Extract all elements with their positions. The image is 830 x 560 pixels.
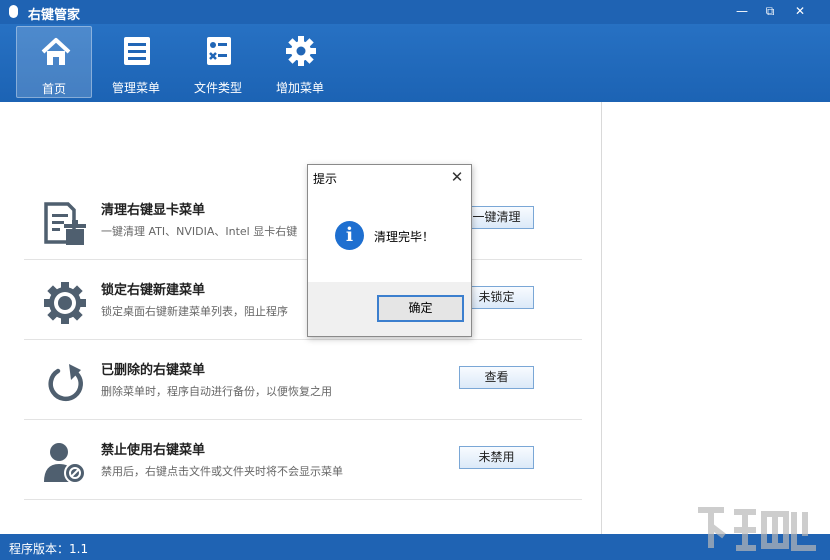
version-label: 程序版本：1.1 (9, 542, 89, 556)
item-desc: 锁定桌面右键新建菜单列表，阻止程序 (101, 305, 288, 318)
item-desc: 删除菜单时，程序自动进行备份，以便恢复之用 (101, 385, 332, 398)
dialog-title: 提示 (313, 172, 338, 186)
tab-home-label: 首页 (41, 82, 66, 96)
dialog-message: 清理完毕！ (374, 230, 435, 244)
view-button[interactable]: 查看 (459, 366, 534, 389)
restore-button[interactable]: ⧉ (757, 2, 783, 20)
info-icon: i (335, 221, 364, 250)
close-button[interactable]: ✕ (787, 2, 813, 20)
side-panel (603, 102, 830, 534)
item-title: 已删除的右键菜单 (101, 363, 206, 378)
item-desc: 一键清理 ATI、NVIDIA、Intel 显卡右键 (101, 225, 298, 238)
list-item-disable-menu: 禁止使用右键菜单 禁用后，右键点击文件或文件夹时将不会显示菜单 未禁用 (24, 420, 582, 500)
list-icon (124, 37, 150, 65)
tab-home[interactable]: 首页 (16, 26, 92, 98)
window-title: 右键管家 (28, 8, 81, 23)
minimize-button[interactable]: — (729, 2, 755, 20)
app-icon (9, 5, 18, 18)
clean-icon (44, 202, 86, 245)
item-title: 禁止使用右键菜单 (101, 443, 206, 458)
dialog-close-button[interactable]: ✕ (446, 167, 468, 187)
tab-add-menu-label: 增加菜单 (275, 81, 324, 95)
tab-file-type[interactable]: 文件类型 (180, 26, 256, 98)
tab-manage-menu-label: 管理菜单 (111, 81, 160, 95)
item-desc: 禁用后，右键点击文件或文件夹时将不会显示菜单 (101, 465, 343, 478)
item-title: 清理右键显卡菜单 (101, 203, 206, 218)
gear-icon (286, 36, 316, 66)
watermark-logo (698, 507, 816, 551)
user-block-icon (44, 443, 86, 484)
message-dialog: 提示 ✕ i 清理完毕！ 确定 (307, 164, 472, 337)
ok-button[interactable]: 确定 (377, 295, 464, 322)
tab-manage-menu[interactable]: 管理菜单 (98, 26, 174, 98)
list-item-deleted-menu: 已删除的右键菜单 删除菜单时，程序自动进行备份，以便恢复之用 查看 (24, 340, 582, 420)
main-panel: 清理右键显卡菜单 一键清理 ATI、NVIDIA、Intel 显卡右键 一键清理… (4, 102, 602, 534)
restore-icon (48, 364, 83, 402)
list-item-lock-new-menu: 锁定右键新建菜单 锁定桌面右键新建菜单列表，阻止程序 未锁定 (24, 260, 582, 340)
title-bar: 右键管家 — ⧉ ✕ (0, 0, 830, 24)
tab-file-type-label: 文件类型 (193, 81, 242, 95)
home-icon (41, 38, 71, 65)
dialog-footer: 确定 (308, 282, 471, 336)
file-type-icon (207, 37, 231, 65)
toolbar: 首页 管理菜单 文件类型 增加菜单 (0, 24, 830, 102)
disable-button[interactable]: 未禁用 (459, 446, 534, 469)
tab-add-menu[interactable]: 增加菜单 (262, 26, 338, 98)
list-item-clean-gpu-menu: 清理右键显卡菜单 一键清理 ATI、NVIDIA、Intel 显卡右键 一键清理 (24, 180, 582, 260)
gear-icon (44, 282, 86, 324)
item-title: 锁定右键新建菜单 (101, 283, 206, 298)
